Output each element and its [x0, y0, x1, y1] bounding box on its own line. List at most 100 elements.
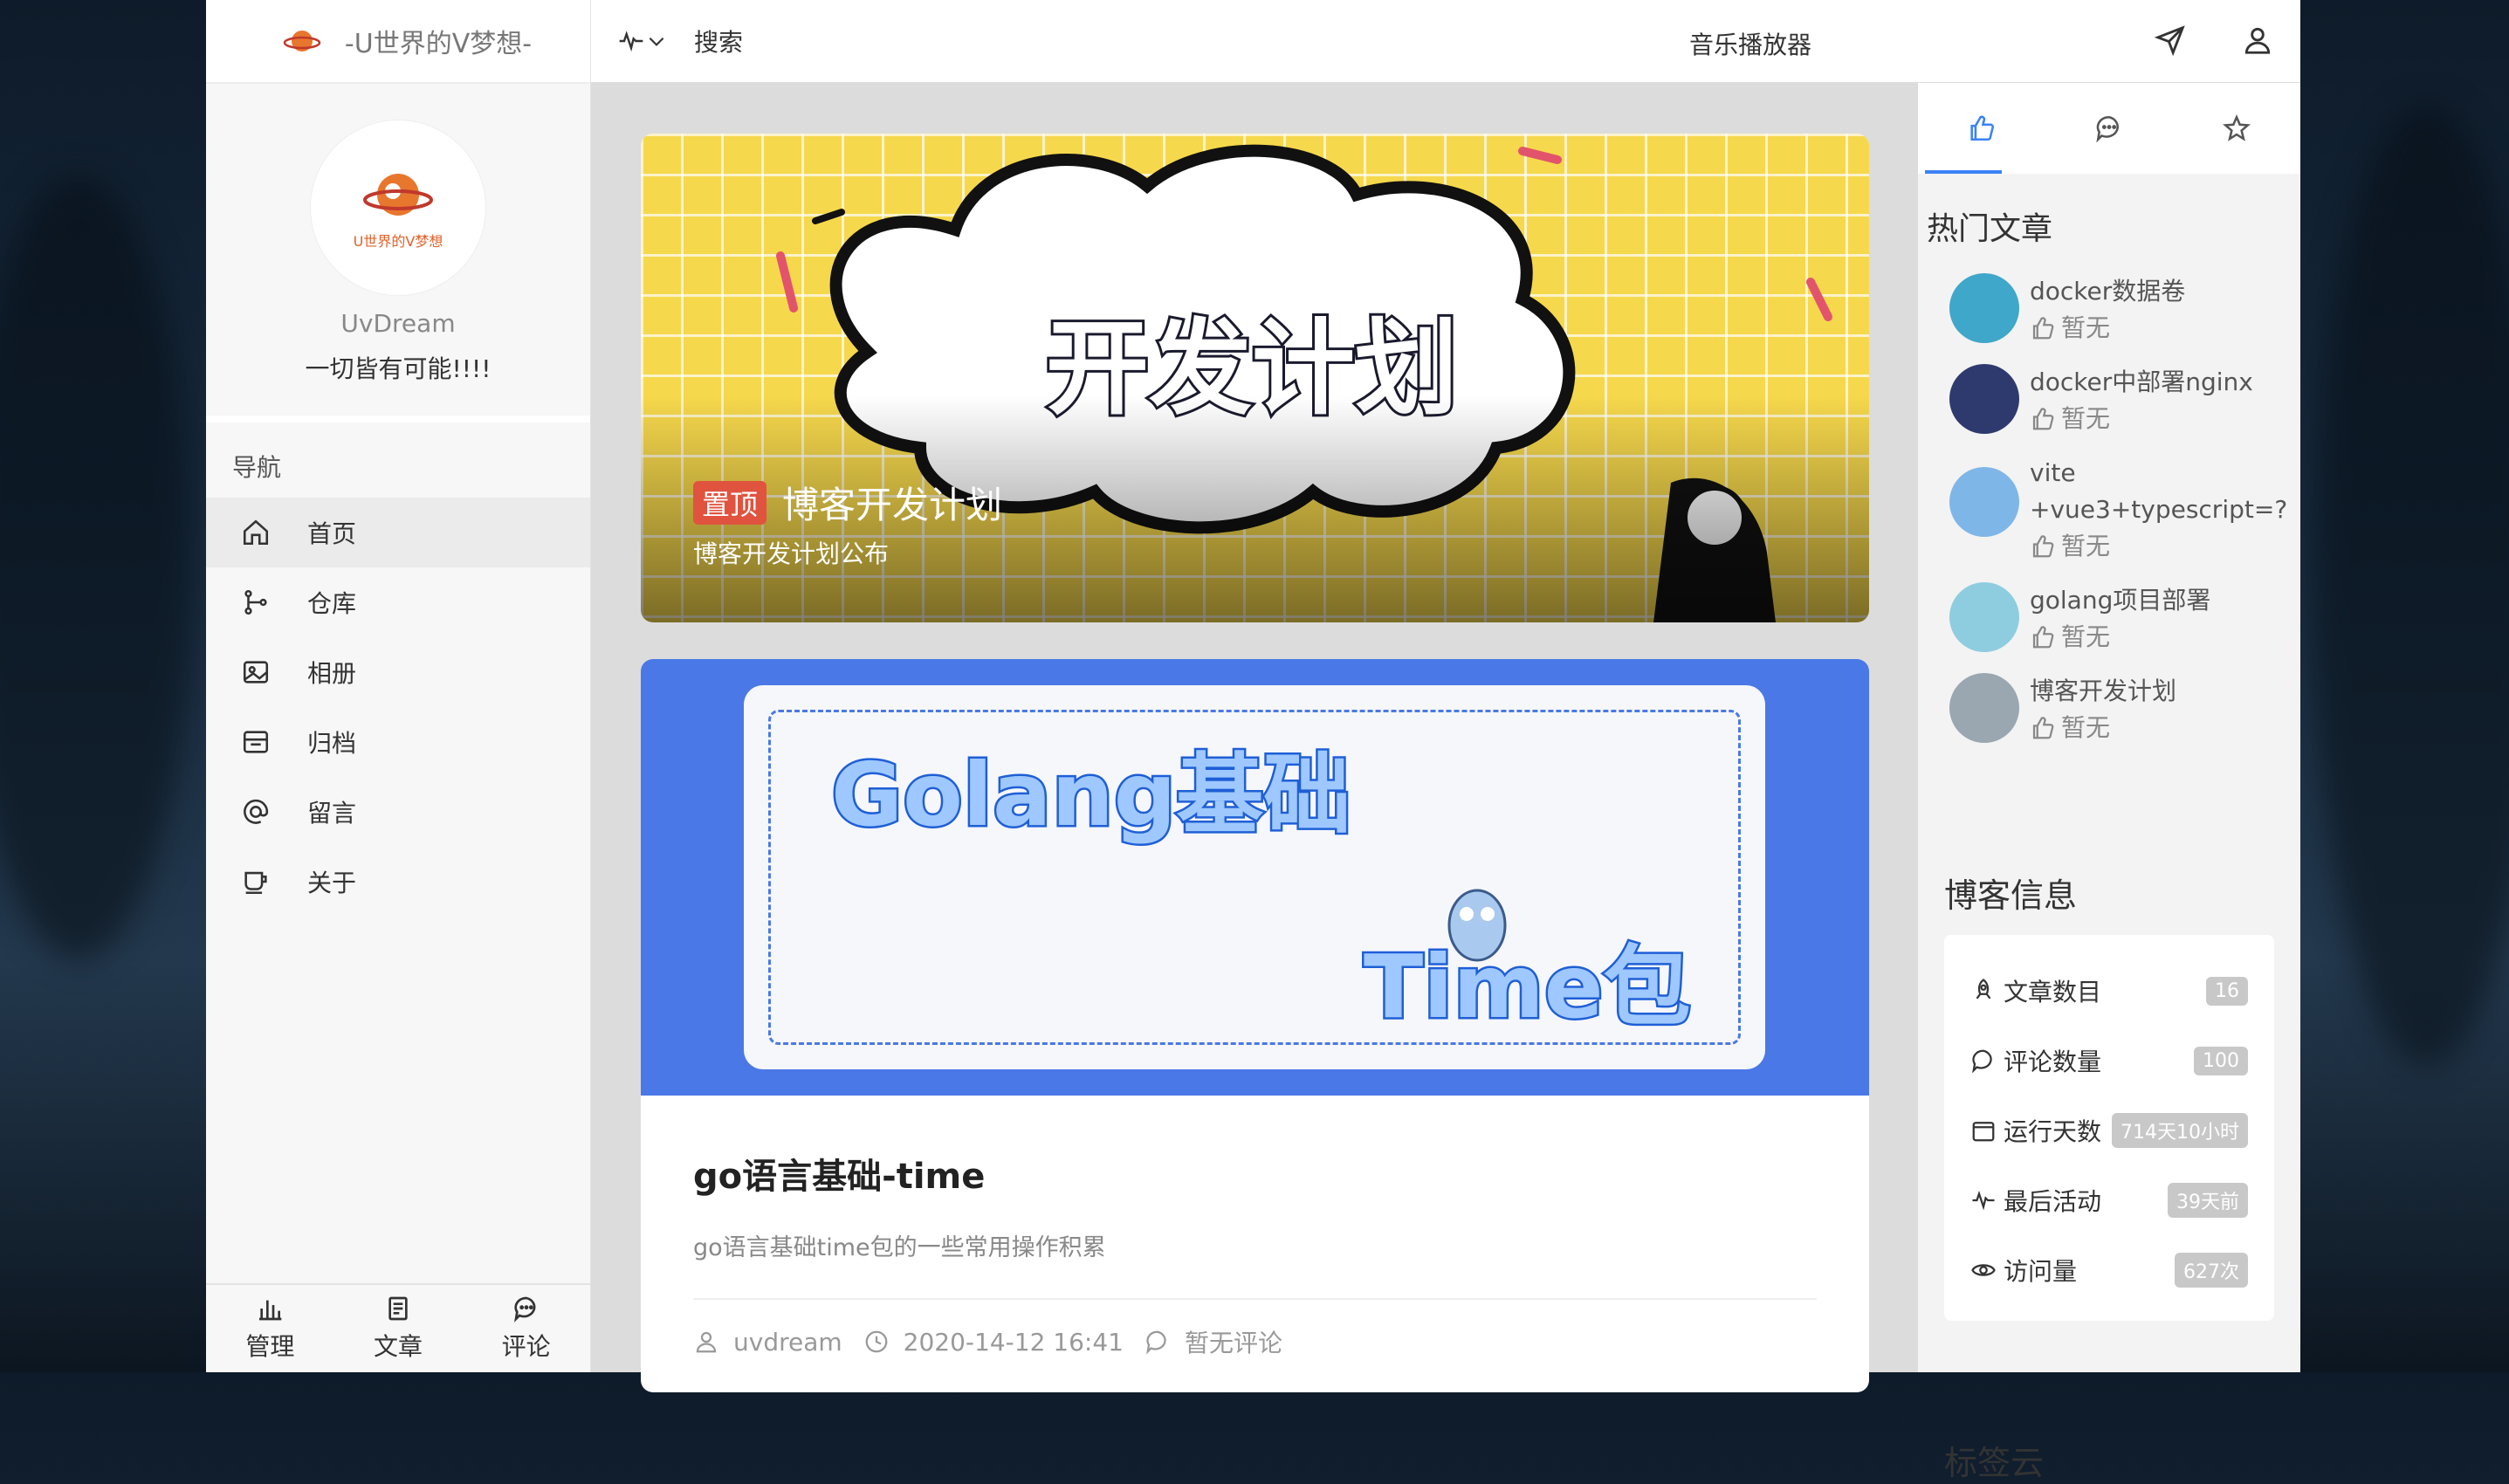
- hot-article-item[interactable]: golang项目部署 暂无: [1918, 565, 2300, 656]
- info-label: 评论数量: [2004, 1048, 2102, 1076]
- pinned-badge: 置顶: [693, 480, 767, 525]
- site-header[interactable]: -U世界的V梦想-: [206, 0, 590, 84]
- nav-item-archive[interactable]: 归档: [206, 707, 590, 777]
- thumbs-up-icon: [2032, 717, 2054, 739]
- nav-item-label: 归档: [307, 729, 357, 758]
- comments-button[interactable]: 评论: [462, 1285, 590, 1372]
- info-row-last-active: 最后活动 39天前: [1944, 1165, 2274, 1235]
- hot-article-title[interactable]: docker中部署nginx: [2030, 364, 2253, 401]
- hot-article-likes: 暂无: [2061, 404, 2111, 433]
- site-title: -U世界的V梦想-: [344, 29, 533, 59]
- panel-tabs: [1918, 83, 2300, 174]
- nav-item-album[interactable]: 相册: [206, 637, 590, 707]
- home-icon: [243, 519, 269, 546]
- thumbs-up-icon: [2032, 317, 2054, 340]
- chat-bubble-icon: [2096, 115, 2119, 143]
- hot-article-title[interactable]: docker数据卷: [2030, 273, 2185, 310]
- cup-icon: [244, 871, 267, 895]
- robot-avatar-icon: [1949, 582, 2019, 652]
- active-tab-indicator: [1925, 170, 2002, 174]
- post-comments[interactable]: 暂无评论: [1185, 1324, 1282, 1359]
- nav-item-label: 首页: [307, 519, 357, 548]
- archive-icon: [243, 731, 269, 753]
- right-panel: 热门文章 docker数据卷 暂无 docker中部署nginx 暂无 vite…: [1918, 83, 2300, 1482]
- sidebar: -U世界的V梦想- U世界的V梦想 UvDream 一切皆有可能!!!! 导航 …: [206, 0, 591, 1372]
- rocket-icon: [1976, 979, 1991, 1000]
- comment-icon: [1972, 1049, 1992, 1074]
- nav-item-repo[interactable]: 仓库: [206, 567, 590, 637]
- featured-post-card[interactable]: 开发计划 置顶 博客开发计划 博客开发计划公布: [641, 134, 1869, 622]
- info-row-comments: 评论数量 100: [1944, 1026, 2274, 1096]
- user-icon[interactable]: [2241, 24, 2274, 57]
- pulse-icon: [1972, 1190, 1995, 1211]
- comment-icon: [1146, 1330, 1166, 1355]
- tab-favorites[interactable]: [2173, 83, 2300, 174]
- background-foliage: [2313, 105, 2509, 1065]
- calendar-icon: [1972, 1122, 1995, 1142]
- nav-item-home[interactable]: 首页: [206, 498, 590, 567]
- music-player-button[interactable]: 音乐播放器: [1689, 26, 1811, 61]
- nav-item-label: 仓库: [307, 589, 357, 618]
- document-icon: [388, 1296, 408, 1321]
- hot-article-likes: 暂无: [2061, 313, 2111, 342]
- send-icon[interactable]: [2154, 24, 2187, 57]
- featured-title[interactable]: 博客开发计划: [782, 476, 1002, 529]
- username: UvDream: [340, 309, 456, 338]
- background-foliage: [0, 175, 192, 960]
- sidebar-bottom-bar: 管理 文章 评论: [206, 1283, 590, 1372]
- hot-article-title[interactable]: golang项目部署: [2030, 582, 2210, 619]
- clock-icon: [865, 1330, 888, 1353]
- info-label: 访问量: [2004, 1257, 2078, 1286]
- info-label: 文章数目: [2004, 978, 2102, 1007]
- post-author[interactable]: uvdream: [733, 1328, 842, 1357]
- tab-comments[interactable]: [2045, 83, 2173, 174]
- star-icon: [2223, 114, 2251, 141]
- eye-icon: [1971, 1264, 1996, 1276]
- git-branch-icon: [244, 589, 267, 615]
- hot-article-title[interactable]: vite +vue3+typescript=?: [2030, 455, 2292, 528]
- tab-popular[interactable]: [1918, 83, 2045, 174]
- ticket-illustration: Golang基础 Time包: [744, 685, 1765, 1069]
- gopher-mascot: [1447, 889, 1507, 962]
- hot-articles-heading: 热门文章: [1927, 211, 2053, 247]
- info-value: 627次: [2175, 1253, 2248, 1288]
- featured-title-row: 置顶 博客开发计划: [693, 476, 1002, 529]
- blog-info-heading: 博客信息: [1944, 876, 2078, 915]
- featured-description: 博客开发计划公布: [693, 539, 890, 568]
- activity-dropdown[interactable]: [617, 27, 668, 55]
- nav-item-label: 相册: [307, 659, 357, 688]
- robot-avatar-icon: [1949, 273, 2019, 343]
- nav-item-message[interactable]: 留言: [206, 777, 590, 847]
- bar-chart-icon: [259, 1300, 282, 1321]
- hot-article-item[interactable]: docker中部署nginx 暂无: [1918, 347, 2300, 437]
- robot-avatar-icon: [1949, 364, 2019, 434]
- info-row-uptime: 运行天数 714天10小时: [1944, 1096, 2274, 1165]
- image-icon: [243, 661, 269, 684]
- info-value: 39天前: [2168, 1183, 2248, 1218]
- post-meta: uvdream 2020-14-12 16:41 暂无评论: [693, 1324, 1303, 1359]
- avatar[interactable]: U世界的V梦想: [311, 120, 485, 295]
- manage-button[interactable]: 管理: [206, 1285, 334, 1372]
- post-title[interactable]: go语言基础-time: [693, 1148, 985, 1199]
- post-card[interactable]: Golang基础 Time包 go语言基础-time go语言基础time包的一…: [641, 659, 1869, 1392]
- info-value: 714天10小时: [2112, 1113, 2248, 1148]
- nav-item-label: 关于: [307, 869, 357, 897]
- info-value: 100: [2194, 1046, 2248, 1075]
- chevron-down-icon: [649, 37, 664, 46]
- thumbs-up-icon: [2032, 408, 2054, 430]
- divider: [693, 1298, 1817, 1300]
- thumbs-up-icon: [2032, 626, 2054, 649]
- hot-article-item[interactable]: vite +vue3+typescript=? 暂无: [1918, 437, 2300, 565]
- articles-button[interactable]: 文章: [334, 1285, 463, 1372]
- nav-item-about[interactable]: 关于: [206, 847, 590, 917]
- hot-article-item[interactable]: docker数据卷 暂无: [1918, 256, 2300, 347]
- info-label: 运行天数: [2004, 1117, 2102, 1146]
- comment-icon: [513, 1296, 536, 1323]
- hot-article-likes: 暂无: [2061, 622, 2111, 651]
- hot-article-item[interactable]: 博客开发计划 暂无: [1918, 656, 2300, 746]
- robot-avatar-icon: [1949, 673, 2019, 743]
- profile-card: U世界的V梦想 UvDream 一切皆有可能!!!!: [206, 84, 590, 423]
- search-button[interactable]: 搜索: [694, 24, 743, 58]
- cover-text-time: Time包: [1364, 936, 1691, 1038]
- hot-article-title[interactable]: 博客开发计划: [2030, 673, 2176, 710]
